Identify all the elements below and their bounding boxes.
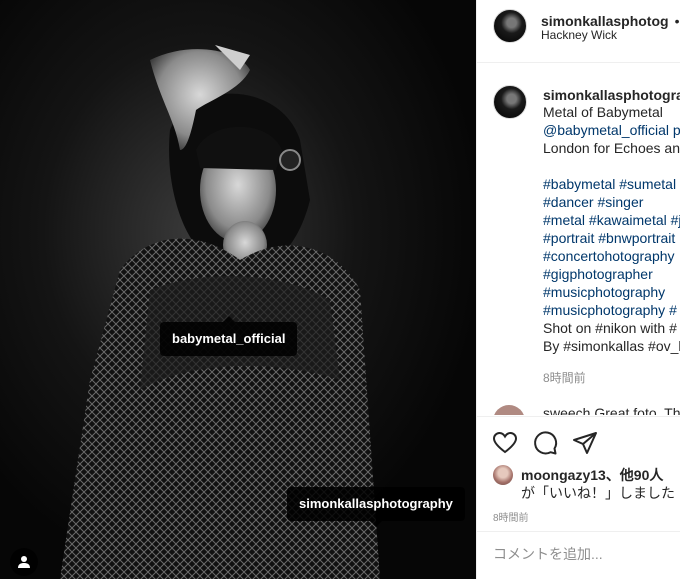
comment-input[interactable] [493,546,680,562]
caption-line[interactable]: #dancer #singer [543,193,680,211]
avatar[interactable] [493,9,527,43]
post-photo[interactable]: babymetal_official simonkallasphotograph… [0,0,476,579]
comments-section: simonkallasphotograp Metal of Babymetal … [477,63,680,415]
photo-tag-label: simonkallasphotography [299,496,453,511]
caption-line[interactable]: #musicphotography [543,283,680,301]
comment-text: sweech Great foto. The [543,405,680,415]
post-sidebar: simonkallasphotog•フ Hackney Wick simonka… [476,0,680,579]
caption-timestamp: 8時間前 [543,371,586,385]
comment-icon[interactable] [531,429,559,457]
post-header: simonkallasphotog•フ Hackney Wick [477,0,680,63]
avatar[interactable] [493,465,513,485]
caption-line[interactable]: #babymetal #sumetal [543,175,680,193]
photo-tag[interactable]: babymetal_official [160,316,298,356]
likes-others[interactable]: 、他90人 [606,467,664,483]
caption-line[interactable]: #gigphotographer [543,265,680,283]
likes-text: が「いいね！」しました [521,485,675,501]
comment-item: sweech Great foto. The [493,405,680,415]
caption-line[interactable]: #metal #kawaimetal #j [543,211,680,229]
post-timestamp: 8時間前 [493,513,529,524]
post-actions: moongazy13、他90人 が「いいね！」しました 8時間前 [477,416,680,579]
header-username[interactable]: simonkallasphotog [541,13,669,29]
caption-line[interactable]: #concertohotography [543,247,680,265]
header-separator: • [674,13,680,29]
comment-box [477,531,680,579]
caption-line[interactable]: #portrait #bnwportrait [543,229,680,247]
user-tag-icon [18,556,30,568]
caption-line [543,157,680,175]
caption-line: London for Echoes and [543,140,680,156]
share-icon[interactable] [571,429,599,457]
user-tag-button[interactable] [10,548,38,576]
header-location[interactable]: Hackney Wick [541,28,617,42]
caption-line[interactable]: @babymetal_official p [543,121,680,139]
caption-line: Shot on #nikon with # [543,320,677,336]
caption-text: Metal of Babymetal @babymetal_official p… [543,103,680,355]
photo-tag-label: babymetal_official [172,331,286,346]
photo-tag[interactable]: simonkallasphotography [287,487,465,527]
caption-username[interactable]: simonkallasphotograp [543,87,680,103]
caption-line[interactable]: #musicphotography # [543,301,680,319]
caption-line: By #simonkallas #ov_k [543,338,680,354]
likes-line: moongazy13、他90人 [521,465,663,485]
heart-icon[interactable] [491,429,519,457]
avatar[interactable] [493,85,527,119]
likes-user[interactable]: moongazy13 [521,467,606,483]
avatar[interactable] [493,405,525,415]
caption-line: Metal of Babymetal [543,104,663,120]
